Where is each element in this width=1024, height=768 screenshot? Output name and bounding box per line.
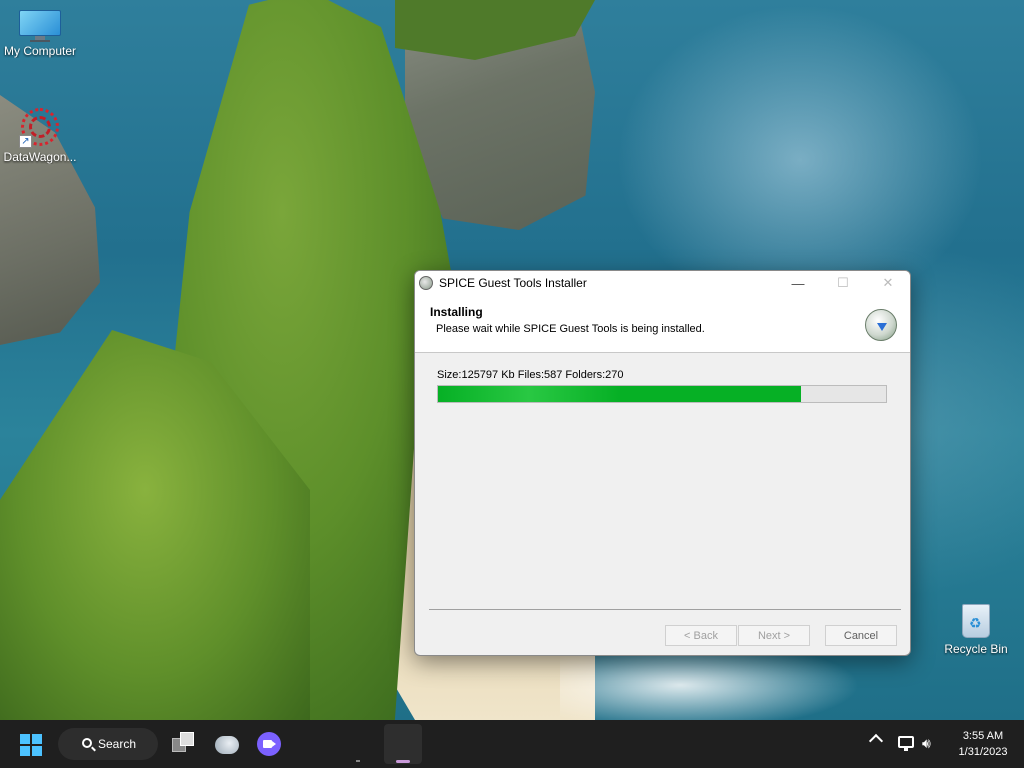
network-icon[interactable] bbox=[898, 736, 914, 751]
next-button[interactable]: Next > bbox=[738, 625, 810, 646]
chevron-up-icon[interactable] bbox=[868, 733, 884, 749]
desktop-icon-label: Recycle Bin bbox=[944, 642, 1008, 656]
weather-icon bbox=[215, 736, 239, 754]
taskbar-app-installer[interactable] bbox=[384, 724, 422, 764]
taskbar: Search 🔊︎ 3:55 AM 1/31/2023 bbox=[0, 720, 1024, 768]
clock-time: 3:55 AM bbox=[962, 730, 1004, 742]
shortcut-arrow-icon: ↗ bbox=[19, 135, 32, 148]
progress-bar-fill bbox=[438, 386, 801, 402]
install-stats: Size:125797 Kb Files:587 Folders:270 bbox=[437, 369, 624, 381]
search-icon bbox=[82, 738, 92, 748]
desktop-icon-my-computer[interactable]: My Computer bbox=[0, 10, 80, 58]
maximize-button[interactable]: ☐ bbox=[820, 271, 866, 295]
installer-titlebar[interactable]: SPICE Guest Tools Installer — ☐ ✕ bbox=[415, 271, 910, 295]
page-subtitle: Please wait while SPICE Guest Tools is b… bbox=[436, 323, 705, 335]
back-button[interactable]: < Back bbox=[665, 625, 737, 646]
installer-content: Size:125797 Kb Files:587 Folders:270 < B… bbox=[415, 353, 910, 655]
page-title: Installing bbox=[430, 305, 483, 319]
computer-icon bbox=[19, 10, 61, 42]
task-view-button[interactable] bbox=[172, 732, 196, 756]
start-button[interactable] bbox=[20, 734, 42, 756]
desktop-icon-label: DataWagon... bbox=[3, 150, 77, 164]
desktop-icon-datawagon[interactable]: ↗ DataWagon... bbox=[0, 106, 80, 164]
datawagon-icon: ↗ bbox=[19, 106, 61, 148]
installer-window: SPICE Guest Tools Installer — ☐ ✕ Instal… bbox=[414, 270, 911, 656]
search-button[interactable]: Search bbox=[58, 728, 158, 760]
window-title: SPICE Guest Tools Installer bbox=[439, 276, 587, 290]
taskbar-indicator bbox=[356, 760, 360, 762]
taskbar-clock[interactable]: 3:55 AM 1/31/2023 bbox=[948, 728, 1018, 760]
divider bbox=[429, 609, 901, 610]
search-label: Search bbox=[98, 737, 137, 751]
active-app-indicator bbox=[396, 760, 410, 763]
widgets-button[interactable] bbox=[215, 732, 239, 756]
progress-bar bbox=[437, 385, 887, 403]
desktop-icon-label: My Computer bbox=[3, 44, 77, 58]
installer-header: Installing Please wait while SPICE Guest… bbox=[415, 295, 910, 353]
installer-logo-icon bbox=[865, 309, 897, 341]
close-button[interactable]: ✕ bbox=[865, 271, 910, 295]
desktop-icon-recycle-bin[interactable]: ♻ Recycle Bin bbox=[936, 600, 1016, 656]
windows-logo-icon bbox=[20, 734, 30, 744]
spice-app-icon bbox=[419, 276, 433, 290]
volume-icon[interactable]: 🔊︎ bbox=[922, 735, 931, 752]
recycle-bin-icon: ♻ bbox=[958, 600, 994, 640]
chat-button[interactable] bbox=[257, 732, 281, 756]
minimize-button[interactable]: — bbox=[775, 271, 821, 295]
cancel-button[interactable]: Cancel bbox=[825, 625, 897, 646]
clock-date: 1/31/2023 bbox=[958, 746, 1008, 758]
